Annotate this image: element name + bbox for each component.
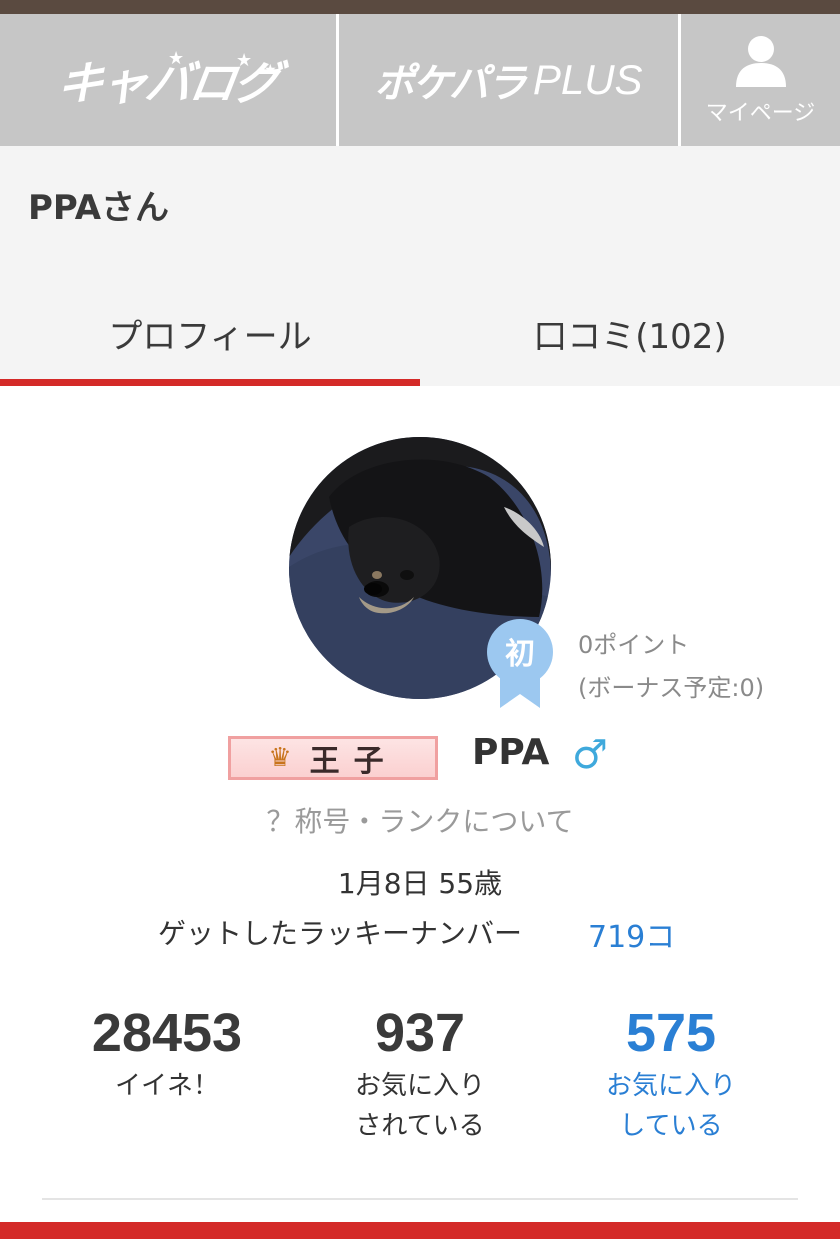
cabalog-link[interactable]: キャバログ ★ ★ ★ xyxy=(0,14,339,146)
birth-age: 1月8日 55歳 xyxy=(337,867,503,900)
first-badge-ribbon-icon: 初 xyxy=(487,619,553,708)
tab-profile[interactable]: プロフィール xyxy=(0,286,420,386)
stat-label: お気に入り xyxy=(354,1071,485,1101)
crown-icon: ♛ xyxy=(268,743,292,773)
person-icon xyxy=(735,36,786,87)
top-status-strip xyxy=(0,0,840,14)
star-icon: ★ xyxy=(264,62,277,78)
plus-label: PLUS xyxy=(532,56,643,103)
stat-favoriting[interactable]: 575 お気に入り している xyxy=(541,1000,801,1146)
bottom-accent-bar xyxy=(0,1222,840,1239)
title-badge: ♛ 王子 xyxy=(228,736,438,780)
pokepara-logo: ポケパラ xyxy=(374,61,526,107)
lucky-number-count[interactable]: 719コ xyxy=(588,912,675,956)
pokepara-plus-link[interactable]: ポケパラ PLUS xyxy=(339,14,681,146)
title-text: 王子 xyxy=(309,744,398,779)
user-header: PPAさん プロフィール 口コミ(102) xyxy=(0,146,840,386)
rank-info-link[interactable]: ？称号・ランクについて xyxy=(0,800,840,840)
tab-reviews[interactable]: 口コミ(102) xyxy=(420,286,840,386)
tab-label: 口コミ(102) xyxy=(533,316,727,357)
star-icon: ★ xyxy=(236,50,253,71)
stat-label: されている xyxy=(355,1111,485,1141)
stat-value: 28453 xyxy=(91,1003,243,1063)
stat-favorited-by: 937 お気に入り されている xyxy=(290,1000,550,1146)
stat-value: 937 xyxy=(374,1003,466,1063)
rank-row: ♛ 王子 PPA ♂ xyxy=(0,730,840,786)
star-icon: ★ xyxy=(168,48,185,69)
stat-likes: 28453 イイネ！ xyxy=(37,1000,297,1106)
mypage-label: マイページ xyxy=(705,101,816,126)
global-nav: キャバログ ★ ★ ★ ポケパラ PLUS マイページ xyxy=(0,14,840,146)
points-info: 0ポイント (ボーナス予定:0) xyxy=(578,624,764,710)
points-value: 0ポイント xyxy=(578,631,690,659)
mypage-button[interactable]: マイページ xyxy=(681,14,840,146)
stat-label: イイネ！ xyxy=(114,1071,219,1101)
stats-row: 28453 イイネ！ 937 お気に入り されている 575 お気に入り してい… xyxy=(0,1000,840,1160)
profile-tabs: プロフィール 口コミ(102) xyxy=(0,286,840,386)
bonus-value: (ボーナス予定:0) xyxy=(578,674,765,702)
page-title: PPAさん xyxy=(28,188,170,228)
stat-value: 575 xyxy=(625,1003,717,1063)
stat-label: お気に入り xyxy=(605,1071,736,1101)
nickname: PPA xyxy=(472,732,550,773)
badge-label: 初 xyxy=(505,637,535,672)
lucky-number-label: ゲットしたラッキーナンバー xyxy=(158,917,523,950)
male-icon: ♂ xyxy=(572,732,608,778)
divider xyxy=(42,1198,798,1200)
stat-label: している xyxy=(619,1111,723,1141)
tab-label: プロフィール xyxy=(108,316,312,357)
